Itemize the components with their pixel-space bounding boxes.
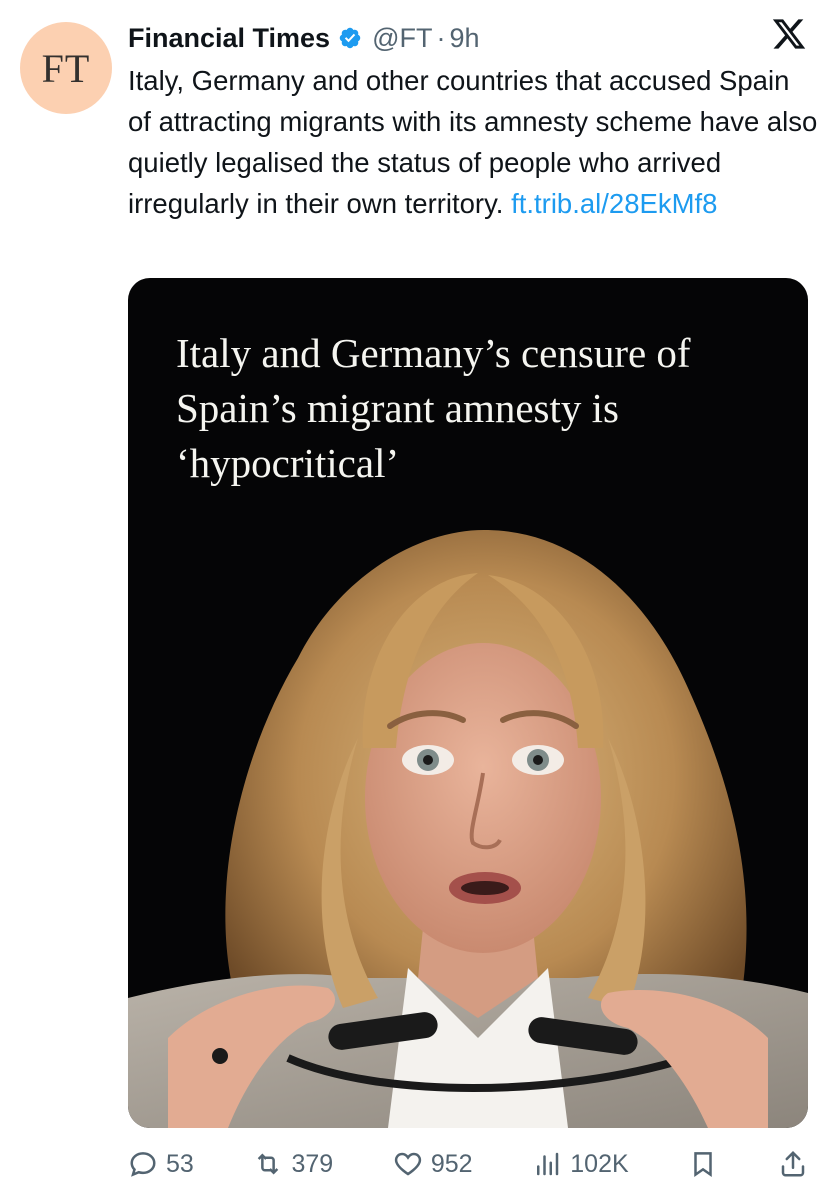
tweet-header: Financial Times @FT · 9h (128, 18, 809, 58)
reply-button[interactable]: 53 (128, 1149, 194, 1179)
tweet-link[interactable]: ft.trib.al/28EkMf8 (511, 188, 717, 219)
like-button[interactable]: 952 (393, 1149, 473, 1179)
account-name[interactable]: Financial Times (128, 23, 330, 54)
ft-avatar[interactable]: FT (20, 22, 112, 114)
bookmark-icon (694, 1152, 713, 1178)
tweet-time[interactable]: 9h (449, 23, 479, 54)
account-handle[interactable]: @FT (372, 23, 432, 54)
share-button[interactable] (778, 1149, 808, 1179)
like-count: 952 (430, 1149, 473, 1178)
repost-count: 379 (291, 1149, 334, 1178)
avatar-text: FT (41, 45, 91, 91)
reply-count: 53 (166, 1149, 194, 1178)
reply-icon (130, 1152, 156, 1177)
tweet-media[interactable]: Italy and Germany’s censure of Spain’s m… (128, 278, 808, 1128)
repost-button[interactable]: 379 (253, 1149, 333, 1179)
repost-icon (258, 1153, 279, 1175)
tweet-text: Italy, Germany and other countries that … (128, 60, 818, 224)
bookmark-button[interactable] (688, 1149, 718, 1179)
tweet-action-bar: 53 379 952 102K (128, 1140, 808, 1188)
share-icon (781, 1150, 805, 1177)
x-logo-icon[interactable] (771, 16, 807, 52)
verified-badge-icon (339, 27, 361, 49)
heart-icon (394, 1152, 421, 1176)
header-separator: · (436, 22, 446, 53)
view-count: 102K (570, 1149, 629, 1178)
views-button[interactable]: 102K (532, 1149, 629, 1179)
media-headline: Italy and Germany’s censure of Spain’s m… (176, 330, 691, 486)
analytics-icon (537, 1152, 559, 1176)
